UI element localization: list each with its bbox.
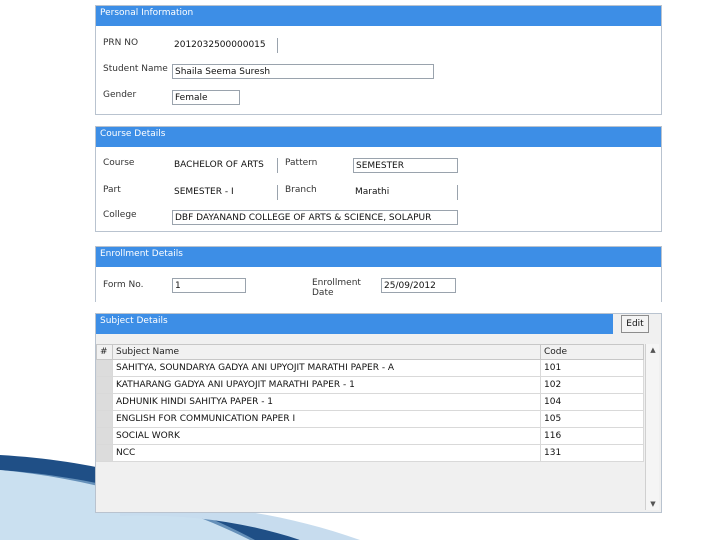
enrollment-date-label-1: Enrollment [312,278,361,288]
grid-vertical-scrollbar[interactable]: ▲ ▼ [645,344,659,510]
subject-code-cell[interactable]: 105 [540,410,644,428]
subject-name-cell[interactable]: ADHUNIK HINDI SAHITYA PAPER - 1 [112,393,541,411]
subject-code-cell[interactable]: 102 [540,376,644,394]
form-no-field[interactable]: 1 [172,278,246,293]
row-selector[interactable] [96,410,113,428]
pattern-field[interactable]: SEMESTER [353,158,458,173]
row-selector[interactable] [96,427,113,445]
column-header-subject-name[interactable]: Subject Name [112,344,541,360]
edit-button[interactable]: Edit [621,315,649,333]
subject-code-cell[interactable]: 116 [540,427,644,445]
prn-label: PRN NO [103,38,139,48]
subject-grid: # Subject Name Code SAHITYA, SOUNDARYA G… [96,344,644,462]
subject-details-header: Subject Details [96,314,613,334]
table-row[interactable]: SAHITYA, SOUNDARYA GADYA ANI UPYOJIT MAR… [96,359,644,377]
enrollment-date-field[interactable]: 25/09/2012 [381,278,456,293]
table-row[interactable]: ADHUNIK HINDI SAHITYA PAPER - 1 104 [96,393,644,411]
table-row[interactable]: KATHARANG GADYA ANI UPAYOJIT MARATHI PAP… [96,376,644,394]
form-no-label: Form No. [103,280,144,290]
table-row[interactable]: ENGLISH FOR COMMUNICATION PAPER I 105 [96,410,644,428]
subject-name-cell[interactable]: SOCIAL WORK [112,427,541,445]
column-header-index[interactable]: # [96,344,113,360]
course-details-header: Course Details [96,127,661,147]
branch-field[interactable]: Marathi [353,185,458,200]
subject-name-cell[interactable]: KATHARANG GADYA ANI UPAYOJIT MARATHI PAP… [112,376,541,394]
enrollment-details-panel: Enrollment Details Form No. 1 Enrollment… [95,246,662,302]
prn-field[interactable]: 2012032500000015 [172,38,278,53]
table-row[interactable]: NCC 131 [96,444,644,462]
personal-info-panel: Personal Information PRN NO 201203250000… [95,5,662,115]
branch-label: Branch [285,185,317,195]
row-selector[interactable] [96,393,113,411]
subject-code-cell[interactable]: 101 [540,359,644,377]
row-selector[interactable] [96,444,113,462]
personal-info-header: Personal Information [96,6,661,26]
row-selector[interactable] [96,359,113,377]
student-name-label: Student Name [103,64,168,74]
subject-details-panel: Subject Details Edit # Subject Name Code… [95,313,662,513]
scroll-down-icon[interactable]: ▼ [646,498,660,510]
part-label: Part [103,185,121,195]
subject-code-cell[interactable]: 131 [540,444,644,462]
student-name-field[interactable]: Shaila Seema Suresh [172,64,434,79]
course-label: Course [103,158,135,168]
gender-field[interactable]: Female [172,90,240,105]
college-label: College [103,210,137,220]
subject-code-cell[interactable]: 104 [540,393,644,411]
subject-name-cell[interactable]: ENGLISH FOR COMMUNICATION PAPER I [112,410,541,428]
course-details-panel: Course Details Course BACHELOR OF ARTS P… [95,126,662,232]
course-field[interactable]: BACHELOR OF ARTS [172,158,278,173]
scroll-up-icon[interactable]: ▲ [646,344,660,356]
table-row[interactable]: SOCIAL WORK 116 [96,427,644,445]
subject-name-cell[interactable]: NCC [112,444,541,462]
column-header-code[interactable]: Code [540,344,644,360]
enrollment-date-label-2: Date [312,288,334,298]
college-field[interactable]: DBF DAYANAND COLLEGE OF ARTS & SCIENCE, … [172,210,458,225]
part-field[interactable]: SEMESTER - I [172,185,278,200]
enrollment-details-header: Enrollment Details [96,247,661,267]
subject-name-cell[interactable]: SAHITYA, SOUNDARYA GADYA ANI UPYOJIT MAR… [112,359,541,377]
row-selector[interactable] [96,376,113,394]
pattern-label: Pattern [285,158,318,168]
grid-header-row: # Subject Name Code [96,344,644,360]
gender-label: Gender [103,90,137,100]
